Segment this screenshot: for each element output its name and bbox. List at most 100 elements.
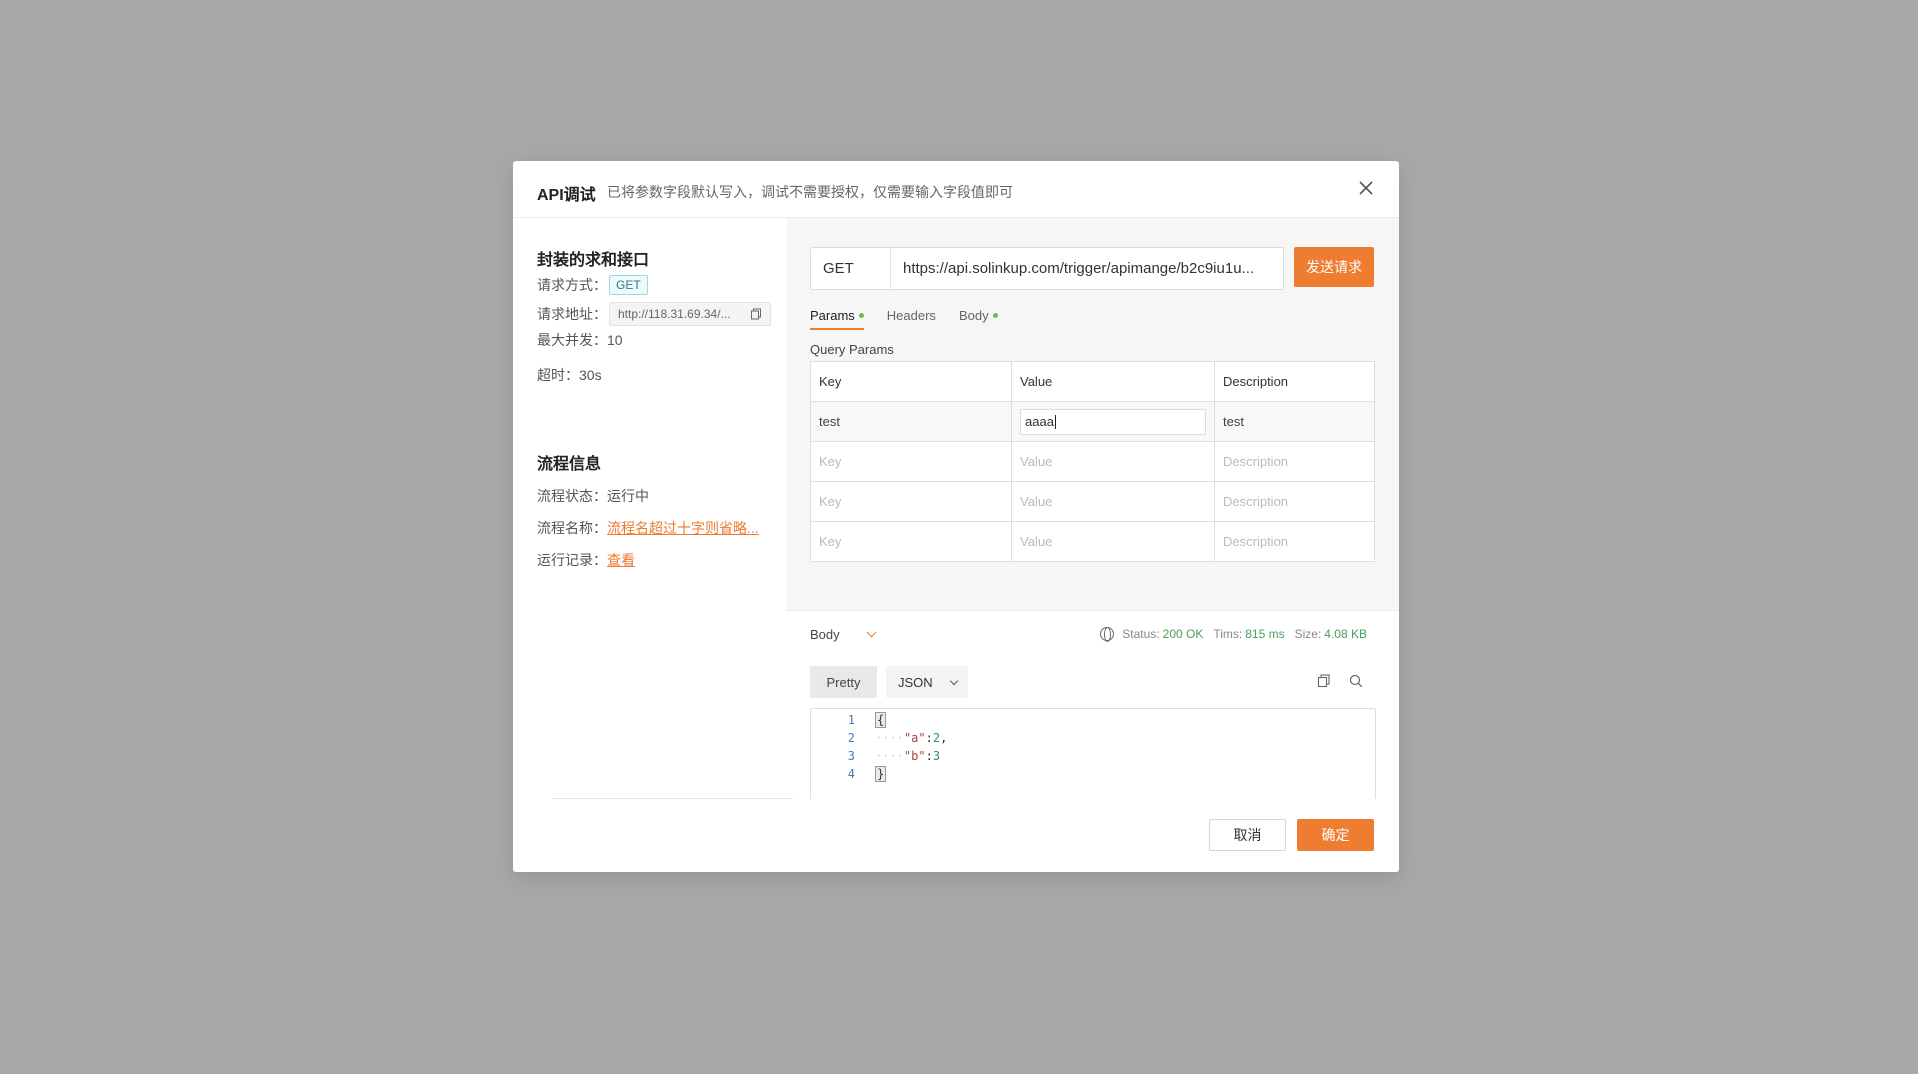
confirm-button[interactable]: 确定 xyxy=(1297,819,1374,851)
line-number: 4 xyxy=(847,767,855,781)
run-record-link[interactable]: 查看 xyxy=(607,550,635,570)
address-label: 请求地址： xyxy=(537,306,607,322)
timeout-label: 超时： xyxy=(537,367,579,383)
table-row: Key Value Description xyxy=(810,441,1375,482)
key-placeholder-cell[interactable]: Key xyxy=(810,481,1012,522)
copy-address-icon[interactable] xyxy=(750,308,762,320)
copy-icon[interactable] xyxy=(1317,674,1331,688)
description-placeholder-cell[interactable]: Description xyxy=(1214,441,1375,482)
table-row: Key Value Description xyxy=(810,481,1375,522)
tab-body-label: Body xyxy=(958,308,989,323)
url-input[interactable]: https://api.solinkup.com/trigger/apimang… xyxy=(891,260,1283,277)
value-placeholder-cell[interactable]: Value xyxy=(1011,521,1215,562)
section-title-interface: 封装的求和接口 xyxy=(537,252,650,269)
json-key: "a" xyxy=(903,731,926,745)
modal-subtitle: 已将参数字段默认写入，调试不需要授权，仅需要输入字段值即可 xyxy=(607,184,1013,200)
address-box: http://118.31.69.34/... xyxy=(609,302,771,326)
tab-params[interactable]: Params xyxy=(810,308,864,330)
params-dot-icon xyxy=(858,313,864,318)
key-placeholder-cell[interactable]: Key xyxy=(810,521,1012,562)
key-placeholder-cell[interactable]: Key xyxy=(810,441,1012,482)
value-placeholder-cell[interactable]: Value xyxy=(1011,481,1215,522)
tab-params-label: Params xyxy=(810,308,855,323)
globe-icon xyxy=(1100,627,1115,642)
line-number: 1 xyxy=(847,713,855,727)
info-row-concurrency: 最大并发： 10 xyxy=(537,330,623,350)
column-header-value: Value xyxy=(1011,361,1215,402)
description-placeholder-cell[interactable]: Description xyxy=(1214,521,1375,562)
code-line: 3 ····"b":3 xyxy=(811,747,940,765)
table-row: test aaaa test xyxy=(810,401,1375,442)
concurrency-value: 10 xyxy=(607,332,623,348)
tab-body[interactable]: Body xyxy=(959,308,998,330)
method-tag: GET xyxy=(609,275,648,295)
description-placeholder-cell[interactable]: Description xyxy=(1214,481,1375,522)
tab-headers[interactable]: Headers xyxy=(887,308,936,330)
line-number: 3 xyxy=(847,749,855,763)
timeout-value: 30s xyxy=(579,367,602,383)
code-line: 4 } xyxy=(811,765,887,783)
param-value-text: aaaa xyxy=(1025,414,1054,429)
modal-footer: 取消 确定 xyxy=(513,799,1399,872)
request-method[interactable]: GET xyxy=(811,248,891,289)
concurrency-label: 最大并发： xyxy=(537,332,607,348)
close-icon[interactable] xyxy=(1355,177,1377,199)
value-placeholder-cell[interactable]: Value xyxy=(1011,441,1215,482)
section-title-flow: 流程信息 xyxy=(537,456,602,473)
response-body-label: Body xyxy=(810,627,840,642)
info-row-method: 请求方式： GET xyxy=(537,275,648,295)
json-value: 2 xyxy=(932,731,941,745)
response-body-selector[interactable]: Body xyxy=(810,627,877,642)
code-text: { xyxy=(875,712,887,728)
response-area: Body Status: 200 OK Tims: 815 ms Size: 4… xyxy=(787,610,1399,808)
size-stat-label: Size: xyxy=(1294,627,1322,641)
info-row-timeout: 超时： 30s xyxy=(537,365,602,385)
status-value: 运行中 xyxy=(607,488,649,504)
send-request-button[interactable]: 发送请求 xyxy=(1294,247,1374,287)
modal-title: API调试 xyxy=(537,187,596,204)
format-select-value: JSON xyxy=(898,674,933,690)
column-header-description: Description xyxy=(1214,361,1375,402)
time-stat-value: 815 ms xyxy=(1245,627,1285,641)
response-stats: Status: 200 OK Tims: 815 ms Size: 4.08 K… xyxy=(1100,627,1367,642)
code-line: 2 ····"a":2, xyxy=(811,729,948,747)
status-stat-value: 200 OK xyxy=(1162,627,1204,641)
flow-name-label: 流程名称： xyxy=(537,520,607,536)
query-params-label: Query Params xyxy=(810,342,894,357)
json-key: "b" xyxy=(903,749,926,763)
search-icon[interactable] xyxy=(1349,674,1363,688)
flow-name-link[interactable]: 流程名超过十字则省略... xyxy=(607,518,759,538)
code-line: 1 { xyxy=(811,711,887,729)
param-value-cell: aaaa xyxy=(1011,401,1215,442)
table-row: Key Value Description xyxy=(810,521,1375,562)
pretty-button[interactable]: Pretty xyxy=(810,666,877,698)
modal-header: API调试 已将参数字段默认写入，调试不需要授权，仅需要输入字段值即可 xyxy=(513,161,1399,218)
info-row-flow-name: 流程名称： 流程名超过十字则省略... xyxy=(537,518,759,538)
table-header-row: Key Value Description xyxy=(810,361,1375,402)
json-value: 3 xyxy=(932,749,941,763)
response-code-viewer[interactable]: 1 { 2 ····"a":2, 3 ····"b":3 4 } xyxy=(810,708,1376,808)
chevron-down-icon xyxy=(949,676,958,685)
info-row-status: 流程状态： 运行中 xyxy=(537,486,649,506)
request-area: GET https://api.solinkup.com/trigger/api… xyxy=(787,218,1399,610)
request-tabs: Params Headers Body xyxy=(810,308,1021,330)
info-row-address: 请求地址： http://118.31.69.34/... xyxy=(537,302,771,326)
param-value-input[interactable]: aaaa xyxy=(1020,408,1206,435)
param-description-cell[interactable]: test xyxy=(1214,401,1375,442)
close-brace: } xyxy=(875,766,887,782)
param-key-cell[interactable]: test xyxy=(810,401,1012,442)
json-trail: , xyxy=(940,731,948,745)
code-text: ····"a":2, xyxy=(875,731,948,745)
size-stat-value: 4.08 KB xyxy=(1324,627,1367,641)
time-stat-label: Tims: xyxy=(1213,627,1243,641)
status-label: 流程状态： xyxy=(537,488,607,504)
format-select[interactable]: JSON xyxy=(886,666,968,698)
status-stat-label: Status: xyxy=(1122,627,1160,641)
open-brace: { xyxy=(875,712,887,728)
column-header-key: Key xyxy=(810,361,1012,402)
run-record-label: 运行记录： xyxy=(537,552,607,568)
code-text: ····"b":3 xyxy=(875,749,941,763)
cancel-button[interactable]: 取消 xyxy=(1209,819,1286,851)
api-debug-modal: API调试 已将参数字段默认写入，调试不需要授权，仅需要输入字段值即可 封装的求… xyxy=(513,161,1399,872)
tab-headers-label: Headers xyxy=(886,308,936,323)
